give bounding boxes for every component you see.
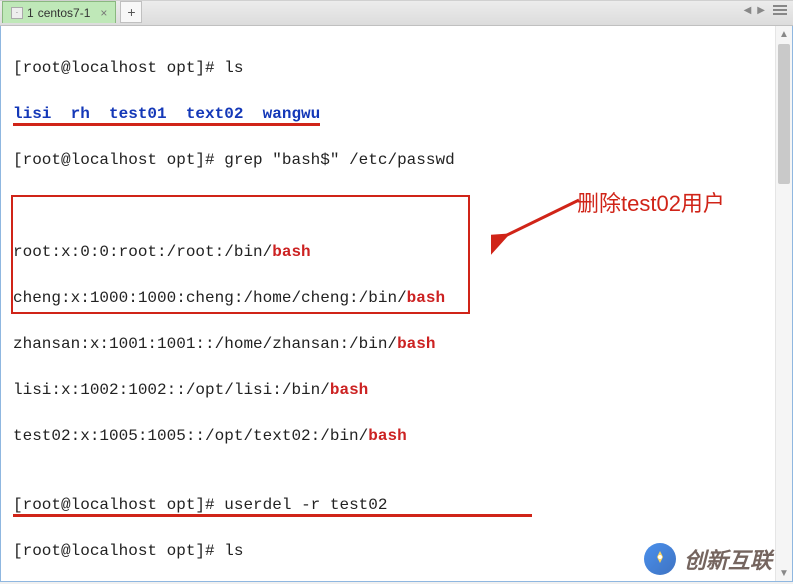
- chevron-right-icon[interactable]: ▶: [757, 5, 765, 16]
- annotation-delete-user: 删除test02用户: [577, 186, 725, 218]
- close-icon[interactable]: ×: [100, 6, 107, 20]
- tab-centos7-1[interactable]: · 1 centos7-1 ×: [2, 1, 116, 23]
- line-userdel: [root@localhost opt]# userdel -r test02: [13, 494, 782, 517]
- tab-icon: ·: [11, 7, 23, 19]
- scrollbar-up-icon[interactable]: ▲: [776, 26, 792, 42]
- scrollbar-down-icon[interactable]: ▼: [776, 565, 792, 581]
- add-tab-button[interactable]: +: [120, 1, 142, 23]
- grep1-root: root:x:0:0:root:/root:/bin/bash: [13, 241, 782, 264]
- scrollbar-thumb[interactable]: [778, 44, 790, 184]
- chevron-left-icon[interactable]: ◀: [744, 5, 752, 16]
- tab-title: centos7-1: [38, 6, 91, 20]
- watermark-logo-icon: [644, 543, 676, 575]
- scrollbar[interactable]: ▲ ▼: [775, 26, 792, 581]
- line-3: [root@localhost opt]# grep "bash$" /etc/…: [13, 149, 782, 172]
- tab-index: 1: [27, 6, 34, 20]
- grep1-zhansan: zhansan:x:1001:1001::/home/zhansan:/bin/…: [13, 333, 782, 356]
- line-1: [root@localhost opt]# ls: [13, 57, 782, 80]
- grep1-lisi: lisi:x:1002:1002::/opt/lisi:/bin/bash: [13, 379, 782, 402]
- grep-box-1: root:x:0:0:root:/root:/bin/bash cheng:x:…: [13, 195, 782, 471]
- menu-icon[interactable]: [771, 3, 789, 17]
- tab-nav: ◀ ▶: [744, 3, 789, 17]
- terminal-pane: [root@localhost opt]# ls lisi rh test01 …: [0, 26, 793, 582]
- grep1-test02: test02:x:1005:1005::/opt/text02:/bin/bas…: [13, 425, 782, 448]
- tab-bar: · 1 centos7-1 × + ◀ ▶: [0, 0, 793, 26]
- watermark-text: 创新互联: [684, 543, 772, 575]
- line-2-ls-output: lisi rh test01 text02 wangwu: [13, 103, 782, 126]
- terminal[interactable]: [root@localhost opt]# ls lisi rh test01 …: [1, 26, 792, 584]
- watermark: 创新互联: [644, 543, 772, 575]
- grep1-cheng: cheng:x:1000:1000:cheng:/home/cheng:/bin…: [13, 287, 782, 310]
